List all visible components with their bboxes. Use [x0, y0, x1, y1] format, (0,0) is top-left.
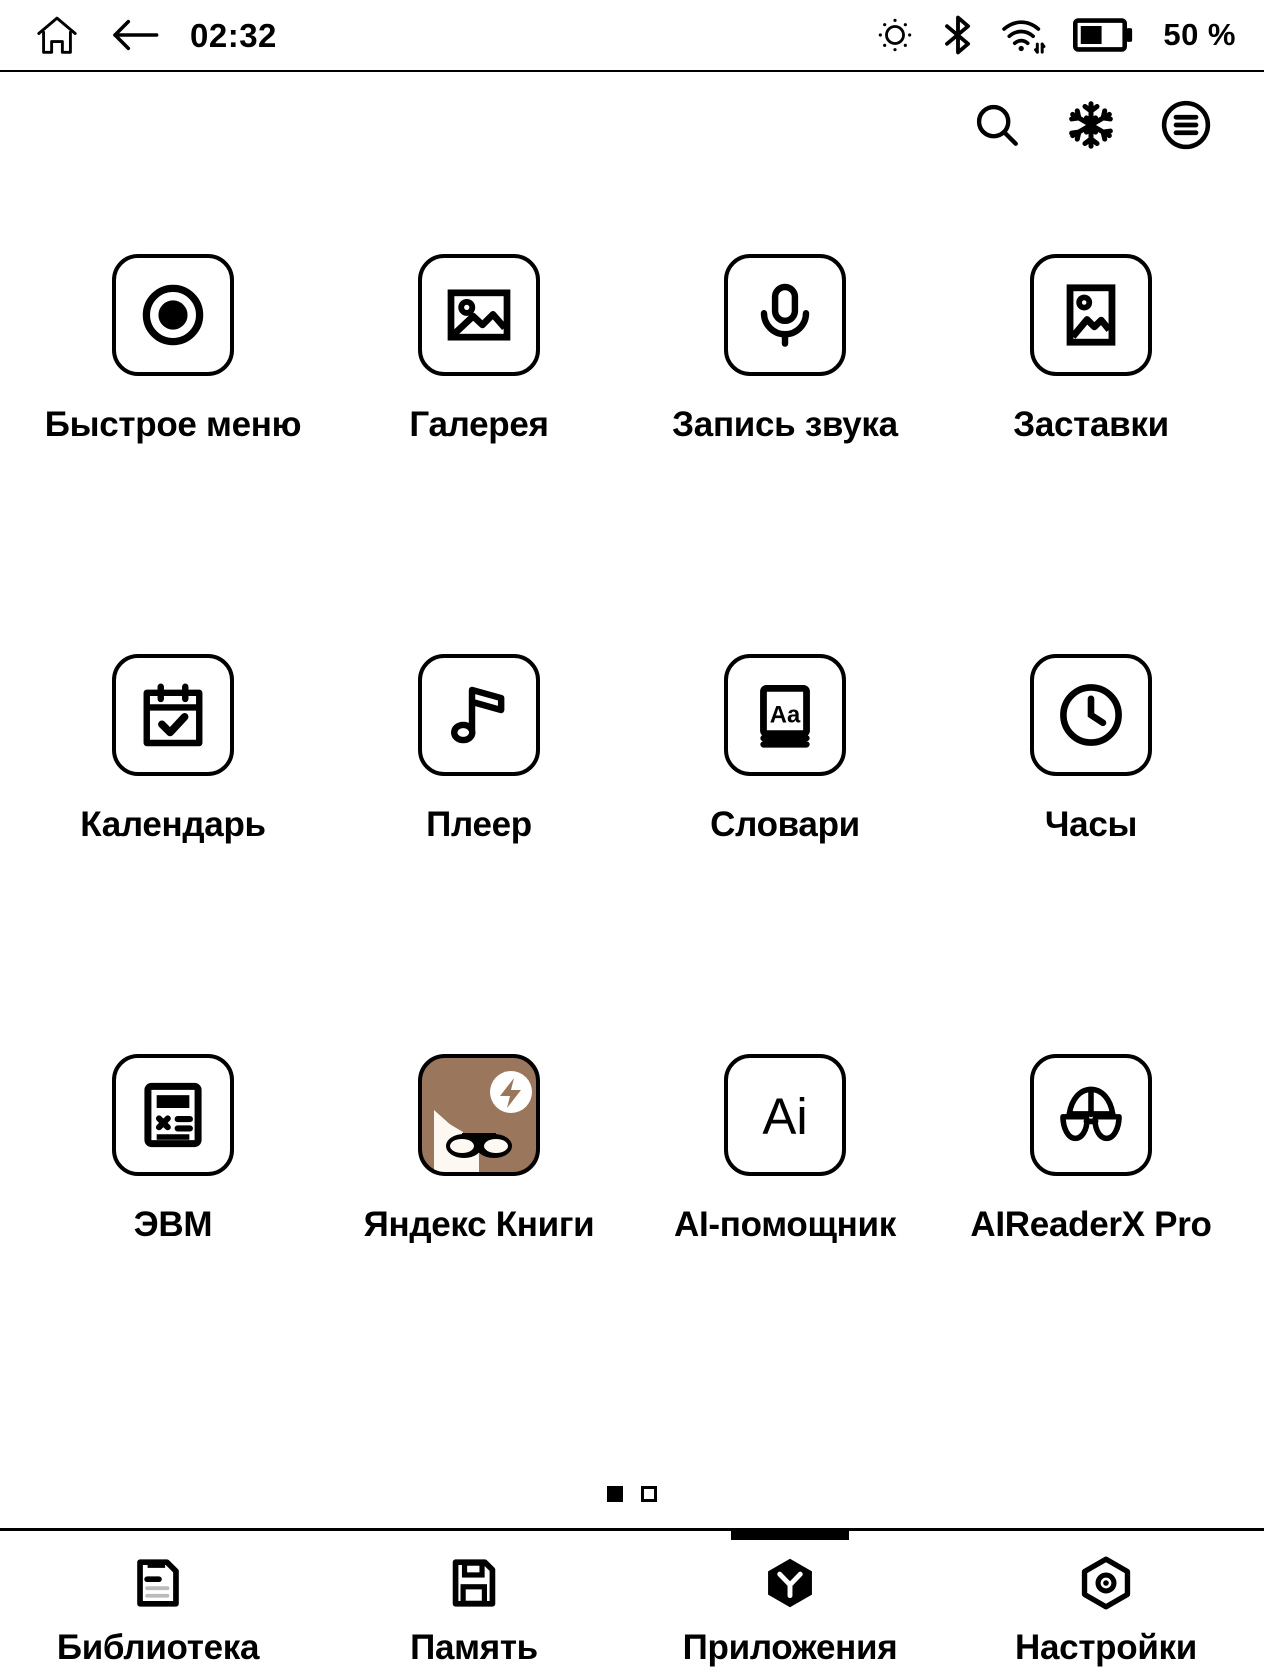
app-label: Яндекс Книги	[363, 1205, 595, 1244]
app-tile[interactable]	[1030, 254, 1152, 376]
app-tile[interactable]: Aa	[724, 654, 846, 776]
brightness-icon[interactable]	[875, 15, 915, 55]
app-tile[interactable]	[1030, 1054, 1152, 1176]
app-tile[interactable]	[112, 254, 234, 376]
yandex-books-icon	[418, 1054, 540, 1176]
nav-label: Приложения	[682, 1627, 898, 1667]
app-item-clock[interactable]: Часы	[938, 578, 1244, 978]
status-bar-left: 02:32	[34, 12, 277, 58]
nav-item-memory[interactable]: Память	[316, 1531, 632, 1680]
status-bar-time: 02:32	[190, 16, 277, 54]
app-label: AIReaderX Pro	[970, 1205, 1212, 1244]
home-icon[interactable]	[34, 12, 80, 58]
floppy-disk-icon	[448, 1554, 500, 1612]
wifi-icon[interactable]	[1001, 14, 1047, 56]
app-tile[interactable]	[112, 654, 234, 776]
clock-icon	[1055, 679, 1127, 751]
nav-item-library[interactable]: Библиотека	[0, 1531, 316, 1680]
app-label: Запись звука	[672, 405, 898, 444]
page-indicator	[0, 1486, 1264, 1502]
nav-label: Память	[410, 1627, 538, 1667]
music-note-icon	[446, 680, 512, 750]
nav-active-indicator	[731, 1528, 849, 1540]
bluetooth-icon[interactable]	[941, 13, 975, 57]
app-tile[interactable]	[418, 654, 540, 776]
status-bar-right: 50 %	[875, 13, 1236, 57]
search-icon[interactable]	[972, 100, 1022, 150]
page-dot-inactive[interactable]	[641, 1486, 657, 1502]
record-dot-icon	[135, 277, 211, 353]
app-tile[interactable]	[418, 254, 540, 376]
svg-text:Ai: Ai	[762, 1088, 807, 1145]
app-label: Плеер	[426, 805, 532, 844]
ai-text-icon: Ai	[745, 1079, 825, 1151]
apps-hexagon-icon	[762, 1554, 818, 1612]
app-drawer-toolbar	[0, 72, 1264, 178]
app-label: AI-помощник	[674, 1205, 896, 1244]
app-grid-area: Быстрое меню Галерея Запись звука Застав…	[0, 178, 1264, 1528]
hamburger-menu-icon[interactable]	[1160, 99, 1212, 151]
app-tile[interactable]	[418, 1054, 540, 1176]
dictionary-aa-icon: Aa	[751, 681, 819, 749]
image-portrait-icon	[1057, 281, 1125, 349]
app-item-screensavers[interactable]: Заставки	[938, 178, 1244, 578]
back-arrow-icon[interactable]	[110, 15, 160, 55]
microphone-icon	[750, 280, 820, 350]
page-dot-active[interactable]	[607, 1486, 623, 1502]
battery-icon	[1073, 18, 1133, 52]
app-item-calculator[interactable]: ЭВМ	[20, 978, 326, 1378]
aireaderx-glasses-icon	[1053, 1080, 1129, 1150]
battery-percentage: 50 %	[1163, 17, 1236, 52]
app-label: Часы	[1044, 805, 1138, 844]
app-label: Словари	[710, 805, 860, 844]
app-tile[interactable]	[724, 254, 846, 376]
app-item-yandex-books[interactable]: Яндекс Книги	[326, 978, 632, 1378]
status-bar: 02:32 50 %	[0, 0, 1264, 72]
settings-hexagon-icon	[1078, 1554, 1134, 1612]
app-tile[interactable]	[112, 1054, 234, 1176]
svg-text:Aa: Aa	[770, 701, 801, 728]
app-item-dictionaries[interactable]: Aa Словари	[632, 578, 938, 978]
app-item-gallery[interactable]: Галерея	[326, 178, 632, 578]
app-tile[interactable]	[1030, 654, 1152, 776]
nav-label: Настройки	[1015, 1627, 1197, 1667]
nav-item-applications[interactable]: Приложения	[632, 1528, 948, 1680]
app-tile[interactable]: Ai	[724, 1054, 846, 1176]
app-item-sound-recorder[interactable]: Запись звука	[632, 178, 938, 578]
app-item-quick-menu[interactable]: Быстрое меню	[20, 178, 326, 578]
app-label: Заставки	[1013, 405, 1169, 444]
app-item-calendar[interactable]: Календарь	[20, 578, 326, 978]
app-grid: Быстрое меню Галерея Запись звука Застав…	[20, 178, 1244, 1378]
nav-item-settings[interactable]: Настройки	[948, 1531, 1264, 1680]
snowflake-icon[interactable]	[1066, 100, 1116, 150]
app-item-aireaderx-pro[interactable]: AIReaderX Pro	[938, 978, 1244, 1378]
app-item-player[interactable]: Плеер	[326, 578, 632, 978]
app-label: ЭВМ	[133, 1205, 213, 1244]
bottom-navigation-bar: Библиотека Память Приложения Настройки	[0, 1528, 1264, 1680]
app-label: Быстрое меню	[44, 405, 302, 444]
calendar-check-icon	[138, 680, 208, 750]
calculator-icon	[140, 1080, 206, 1150]
library-book-icon	[132, 1554, 184, 1612]
e-reader-app-drawer-screen: 02:32 50 % Быстрое меню Галерея Запись з…	[0, 0, 1264, 1680]
app-item-ai-assistant[interactable]: Ai AI-помощник	[632, 978, 938, 1378]
app-label: Галерея	[409, 405, 549, 444]
app-label: Календарь	[80, 805, 266, 844]
nav-label: Библиотека	[56, 1627, 260, 1667]
image-landscape-icon	[444, 280, 514, 350]
